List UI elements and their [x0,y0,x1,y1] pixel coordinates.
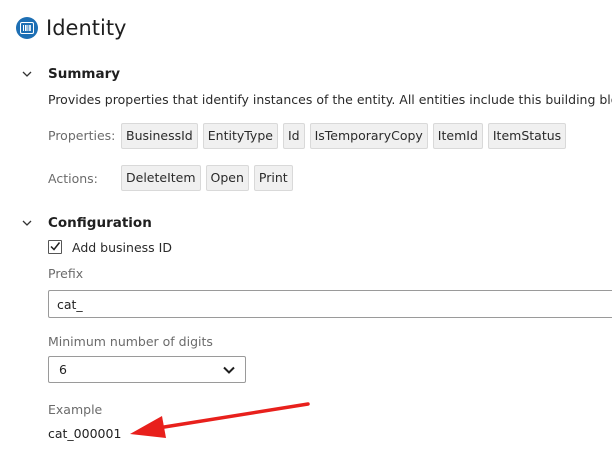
prefix-input[interactable] [48,290,612,318]
actions-list: DeleteItem Open Print [121,165,293,191]
actions-label: Actions: [48,171,98,186]
example-label: Example [48,402,103,417]
property-tag-id: Id [282,123,305,149]
chevron-down-icon[interactable] [20,216,34,230]
checkmark-icon [50,242,61,251]
property-tag-entitytype: EntityType [202,123,278,149]
add-business-id-row[interactable]: Add business ID [48,238,172,256]
properties-list: BusinessId EntityType Id IsTemporaryCopy… [121,123,567,149]
action-tag-open: Open [205,165,249,191]
prefix-label: Prefix [48,266,84,281]
red-arrow-annotation [130,402,310,438]
barcode-icon [16,17,38,39]
add-business-id-checkbox[interactable] [48,240,62,254]
property-tag-businessid: BusinessId [121,123,198,149]
chevron-down-icon[interactable] [20,67,34,81]
action-tag-print: Print [253,165,293,191]
example-value: cat_000001 [48,426,122,441]
action-tag-deleteitem: DeleteItem [121,165,201,191]
property-tag-itemstatus: ItemStatus [487,123,567,149]
properties-label: Properties: [48,128,116,143]
configuration-title: Configuration [48,215,152,231]
configuration-section-toggle[interactable]: Configuration [20,213,152,233]
add-business-id-label: Add business ID [72,239,172,255]
chevron-down-icon [222,360,236,379]
summary-section-toggle[interactable]: Summary [20,64,120,84]
property-tag-itemid: ItemId [432,123,483,149]
min-digits-select[interactable]: 6 [48,356,246,383]
page-title: Identity [46,16,127,40]
property-tag-istemporarycopy: IsTemporaryCopy [309,123,428,149]
min-digits-value: 6 [59,362,67,377]
summary-title: Summary [48,66,121,82]
summary-description: Provides properties that identify instan… [48,92,612,107]
min-digits-label: Minimum number of digits [48,334,213,349]
page-header: Identity [16,14,126,42]
